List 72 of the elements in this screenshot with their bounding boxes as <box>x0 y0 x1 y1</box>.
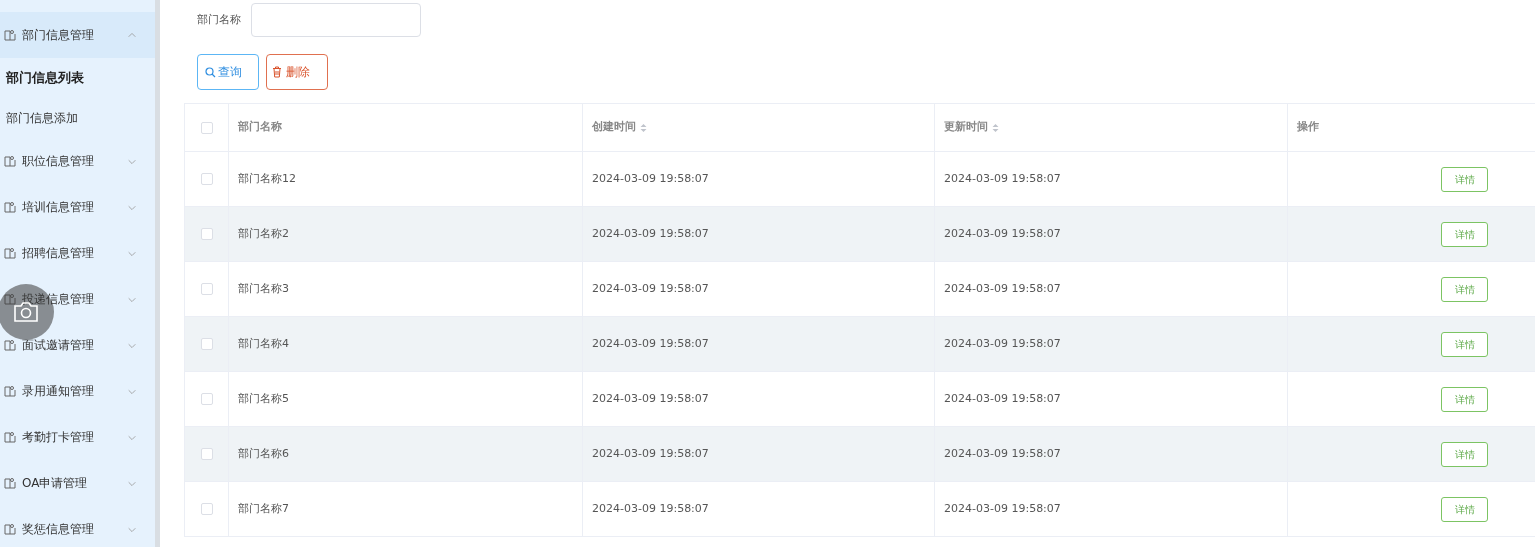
menu-item[interactable]: 招聘信息管理 <box>0 230 155 276</box>
menu-label: 录用通知管理 <box>22 383 95 400</box>
menu-item[interactable]: 考勤打卡管理 <box>0 414 155 460</box>
table-cell-text: 2024-03-09 19:58:07 <box>592 335 709 352</box>
table-cell-text: 2024-03-09 19:58:07 <box>592 225 709 242</box>
trash-icon <box>272 66 282 78</box>
menu-label: 奖惩信息管理 <box>22 521 95 538</box>
submenu-item[interactable]: 部门信息添加 <box>0 98 155 138</box>
table-cell-text: 2024-03-09 19:58:07 <box>944 390 1061 407</box>
table-cell-text: 部门名称7 <box>238 500 289 517</box>
menu-item[interactable]: 录用通知管理 <box>0 368 155 414</box>
checkbox[interactable] <box>200 503 213 515</box>
checkbox[interactable] <box>200 393 213 405</box>
table-cell-text: 2024-03-09 19:58:07 <box>592 390 709 407</box>
table-cell-text: 2024-03-09 19:58:07 <box>592 500 709 517</box>
sort-icon[interactable] <box>992 122 999 133</box>
delete-button[interactable]: 删除 <box>266 54 328 90</box>
table-cell-text: 部门名称4 <box>238 335 289 352</box>
checkbox[interactable] <box>200 448 213 460</box>
table-cell-text: 2024-03-09 19:58:07 <box>944 445 1061 462</box>
folder-icon <box>4 339 16 351</box>
menu-item[interactable]: 培训信息管理 <box>0 184 155 230</box>
table-cell-text: 2024-03-09 19:58:07 <box>592 170 709 187</box>
table-cell-text: 部门名称12 <box>238 170 296 187</box>
table-cell-text: 2024-03-09 19:58:07 <box>944 335 1061 352</box>
folder-icon <box>4 385 16 397</box>
folder-icon <box>4 293 16 305</box>
checkbox[interactable] <box>200 338 213 350</box>
table-cell-text: 2024-03-09 19:58:07 <box>944 280 1061 297</box>
menu-item[interactable]: 奖惩信息管理 <box>0 506 155 547</box>
menu-label: 部门信息管理 <box>22 27 95 44</box>
column-header: 创建时间 <box>592 119 636 136</box>
submenu-item[interactable]: 部门信息列表 <box>0 58 155 98</box>
menu-label: 职位信息管理 <box>22 153 95 170</box>
sort-icon[interactable] <box>640 122 647 133</box>
menu-item[interactable]: 面试邀请管理 <box>0 322 155 368</box>
folder-icon <box>4 201 16 213</box>
field-label: 部门名称 <box>196 11 241 28</box>
table-cell-text: 2024-03-09 19:58:07 <box>592 280 709 297</box>
table-cell-text: 2024-03-09 19:58:07 <box>592 445 709 462</box>
menu-label: 考勤打卡管理 <box>22 429 95 446</box>
search-icon <box>205 66 216 78</box>
table-cell-text: 2024-03-09 19:58:07 <box>944 225 1061 242</box>
menu-label: 培训信息管理 <box>22 199 95 216</box>
table-cell-text: 部门名称3 <box>238 280 289 297</box>
menu-item[interactable]: 职位信息管理 <box>0 138 155 184</box>
table-cell-text: 2024-03-09 19:58:07 <box>944 500 1061 517</box>
menu-label: 面试邀请管理 <box>22 337 95 354</box>
folder-icon <box>4 477 16 489</box>
column-header: 更新时间 <box>944 119 988 136</box>
table-cell-text: 部门名称5 <box>238 390 289 407</box>
menu-item[interactable]: OA申请管理 <box>0 460 155 506</box>
folder-icon <box>4 431 16 443</box>
table-cell-text: 2024-03-09 19:58:07 <box>944 170 1061 187</box>
folder-icon <box>4 247 16 259</box>
checkbox[interactable] <box>200 121 213 134</box>
menu-label: OA申请管理 <box>22 475 89 492</box>
folder-icon <box>4 155 16 167</box>
table-cell-text: 部门名称2 <box>238 225 289 242</box>
folder-icon <box>4 523 16 535</box>
menu-item[interactable]: 部门信息管理 <box>0 12 155 58</box>
menu-label: 招聘信息管理 <box>22 245 95 262</box>
checkbox[interactable] <box>200 228 213 240</box>
column-header: 部门名称 <box>238 119 282 136</box>
table-cell-text: 部门名称6 <box>238 445 289 462</box>
query-button[interactable]: 查询 <box>197 54 259 90</box>
checkbox[interactable] <box>200 283 213 295</box>
search-field[interactable] <box>251 3 421 37</box>
checkbox[interactable] <box>200 173 213 185</box>
folder-icon <box>4 29 16 41</box>
column-header: 操作 <box>1297 119 1319 136</box>
chevron-icon <box>127 30 137 40</box>
